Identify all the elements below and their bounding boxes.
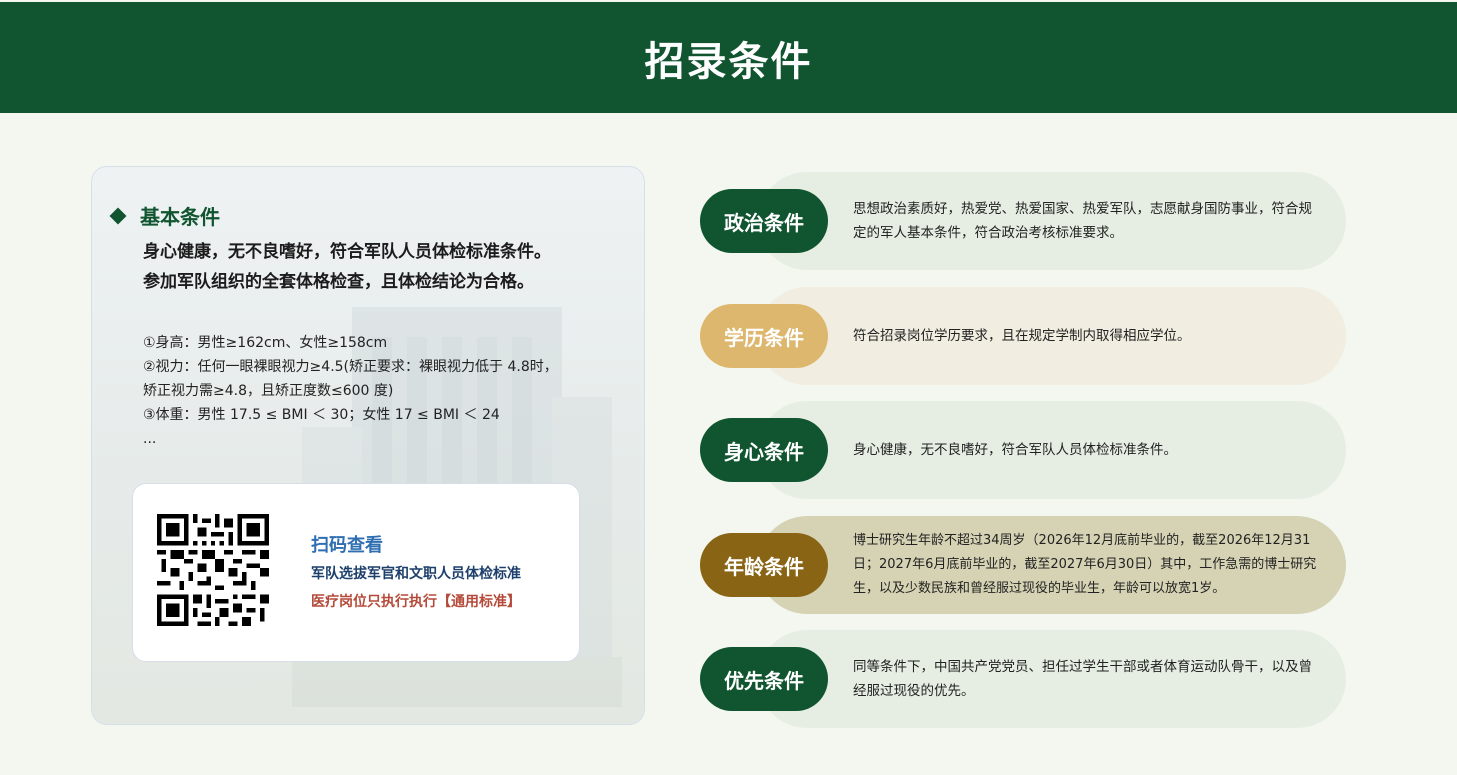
condition-text-content: 思想政治素质好，热爱党、热爱国家、热爱军队，志愿献身国防事业，符合规定的军人基本… [853,201,1312,241]
condition-text-content: 符合招录岗位学历要求，且在规定学制内取得相应学位。 [853,328,1191,344]
condition-row-age: 年龄条件 博士研究生年龄不超过34周岁（2026年12月底前毕业的，截至2026… [700,516,1346,614]
condition-text: 博士研究生年龄不超过34周岁（2026年12月底前毕业的，截至2026年12月3… [853,516,1323,614]
detail-line: ②视力：任何一眼裸眼视力≥4.5(矫正要求：裸眼视力低于 4.8时， [143,359,558,375]
basic-conditions-heading: 基本条件 [109,201,220,230]
condition-text-content: 身心健康，无不良嗜好，符合军队人员体检标准条件。 [853,442,1177,458]
qr-text-group: 扫码查看 军队选拔军官和文职人员体检标准 医疗岗位只执行执行【通用标准】 [311,532,521,616]
basic-conditions-summary: 身心健康，无不良嗜好，符合军队人员体检标准条件。 参加军队组织的全套体格检查，且… [143,237,623,297]
condition-label-pill: 政治条件 [700,189,828,253]
condition-row-priority: 优先条件 同等条件下，中国共产党党员、担任过学生干部或者体育运动队骨干，以及曾经… [700,630,1346,728]
detail-line: ①身高：男性≥162cm、女性≥158cm [143,335,388,351]
condition-row-political: 政治条件 思想政治素质好，热爱党、热爱国家、热爱军队，志愿献身国防事业，符合规定… [700,172,1346,270]
detail-line: 矫正视力需≥4.8，且矫正度数≤600 度) [143,383,394,399]
summary-line: 身心健康，无不良嗜好，符合军队人员体检标准条件。 [143,242,551,262]
condition-text: 身心健康，无不良嗜好，符合军队人员体检标准条件。 [853,401,1323,499]
page-header: 招录条件 [0,2,1457,113]
qr-description: 军队选拔军官和文职人员体检标准 [311,566,521,582]
condition-text: 同等条件下，中国共产党党员、担任过学生干部或者体育运动队骨干，以及曾经服过现役的… [853,630,1323,728]
condition-label-pill: 年龄条件 [700,533,828,597]
basic-conditions-title: 基本条件 [140,205,220,229]
condition-text-content: 博士研究生年龄不超过34周岁（2026年12月底前毕业的，截至2026年12月3… [853,533,1317,596]
qr-card[interactable]: 扫码查看 军队选拔军官和文职人员体检标准 医疗岗位只执行执行【通用标准】 [132,483,580,662]
basic-conditions-details: ①身高：男性≥162cm、女性≥158cm ②视力：任何一眼裸眼视力≥4.5(矫… [143,331,613,451]
condition-label-pill: 身心条件 [700,418,828,482]
basic-conditions-panel: 基本条件 身心健康，无不良嗜好，符合军队人员体检标准条件。 参加军队组织的全套体… [91,166,645,725]
condition-text: 符合招录岗位学历要求，且在规定学制内取得相应学位。 [853,287,1323,385]
condition-label-pill: 优先条件 [700,647,828,711]
qr-note: 医疗岗位只执行执行【通用标准】 [311,594,521,610]
diamond-bullet-icon [109,207,127,224]
detail-line: ... [143,431,157,447]
condition-text-content: 同等条件下，中国共产党党员、担任过学生干部或者体育运动队骨干，以及曾经服过现役的… [853,659,1312,699]
condition-row-education: 学历条件 符合招录岗位学历要求，且在规定学制内取得相应学位。 [700,287,1346,385]
qr-code-icon[interactable] [157,514,269,626]
summary-line: 参加军队组织的全套体格检查，且体检结论为合格。 [143,272,534,292]
detail-line: ③体重：男性 17.5 ≤ BMI ＜ 30；女性 17 ≤ BMI ＜ 24 [143,407,500,423]
condition-label-pill: 学历条件 [700,304,828,368]
qr-title[interactable]: 扫码查看 [311,532,521,560]
condition-text: 思想政治素质好，热爱党、热爱国家、热爱军队，志愿献身国防事业，符合规定的军人基本… [853,172,1323,270]
page-title: 招录条件 [644,38,813,85]
condition-row-health: 身心条件 身心健康，无不良嗜好，符合军队人员体检标准条件。 [700,401,1346,499]
